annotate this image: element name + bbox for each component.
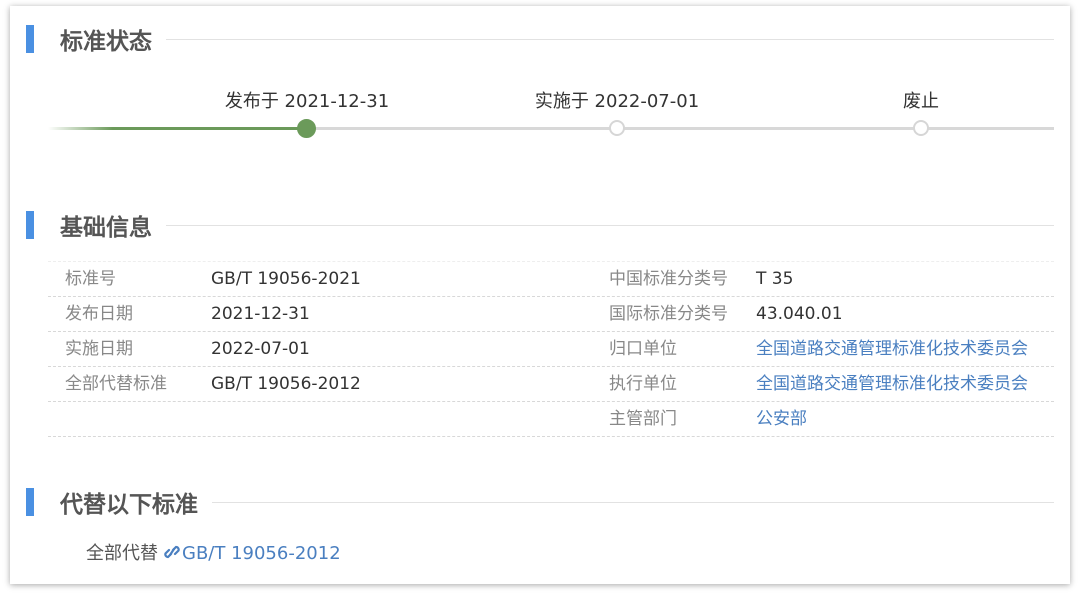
replaced-standard-link-text: GB/T 19056-2012 (182, 543, 341, 564)
timeline-step-published: 发布于 2021-12-31 (187, 88, 427, 138)
responsible-unit-label: 归口单位 (609, 339, 677, 359)
basic-info-section-header: 基础信息 (26, 207, 1054, 243)
timeline-dot (913, 120, 929, 136)
section-divider (212, 501, 1054, 503)
replaced-standard-value: GB/T 19056-2012 (211, 374, 361, 394)
publish-date-value: 2021-12-31 (211, 304, 310, 324)
ics-code-label: 国际标准分类号 (609, 304, 728, 324)
replaces-section-title: 代替以下标准 (60, 492, 198, 518)
ics-code-value: 43.040.01 (756, 304, 843, 324)
executing-unit-link[interactable]: 全国道路交通管理标准化技术委员会 (756, 367, 1028, 401)
timeline-step-label: 发布于 2021-12-31 (224, 91, 390, 112)
standard-number-value: GB/T 19056-2021 (211, 269, 361, 289)
ccs-code-value: T 35 (756, 269, 794, 289)
section-accent-bar (26, 488, 34, 516)
competent-department-link[interactable]: 公安部 (756, 402, 807, 436)
info-row: 标准号 GB/T 19056-2021 中国标准分类号 T 35 (48, 261, 1054, 297)
competent-department-label: 主管部门 (609, 409, 677, 429)
implement-date-value: 2022-07-01 (211, 339, 310, 359)
status-section-header: 标准状态 (26, 21, 1054, 57)
standard-number-label: 标准号 (65, 269, 116, 289)
ccs-code-label: 中国标准分类号 (609, 269, 728, 289)
section-divider (166, 224, 1054, 226)
timeline-dot-active (297, 119, 316, 138)
link-icon (164, 545, 180, 559)
info-row: 发布日期 2021-12-31 国际标准分类号 43.040.01 (48, 297, 1054, 332)
replaced-standard-label: 全部代替标准 (65, 374, 167, 394)
replaced-standard-link[interactable]: GB/T 19056-2012 (158, 543, 341, 564)
timeline-progress (48, 127, 307, 130)
status-section-title: 标准状态 (60, 29, 152, 55)
info-row: 主管部门 公安部 (48, 402, 1054, 437)
timeline-step-label: 废止 (903, 91, 939, 112)
executing-unit-label: 执行单位 (609, 374, 677, 394)
replaces-section-header: 代替以下标准 (26, 484, 1054, 520)
status-timeline: 发布于 2021-12-31 实施于 2022-07-01 废止 (48, 88, 1054, 138)
publish-date-label: 发布日期 (65, 304, 133, 324)
standard-detail-card: 标准状态 发布于 2021-12-31 实施于 2022-07-01 废止 基础… (10, 6, 1070, 584)
info-row: 实施日期 2022-07-01 归口单位 全国道路交通管理标准化技术委员会 (48, 332, 1054, 367)
timeline-step-implemented: 实施于 2022-07-01 (497, 88, 737, 136)
replace-type-label: 全部代替 (86, 543, 158, 564)
section-accent-bar (26, 25, 34, 53)
implement-date-label: 实施日期 (65, 339, 133, 359)
timeline-step-abolished: 废止 (801, 88, 1041, 136)
section-accent-bar (26, 211, 34, 239)
basic-info-table: 标准号 GB/T 19056-2021 中国标准分类号 T 35 发布日期 20… (48, 261, 1054, 437)
timeline-dot (609, 120, 625, 136)
section-divider (166, 38, 1054, 40)
basic-info-section-title: 基础信息 (60, 215, 152, 241)
info-row: 全部代替标准 GB/T 19056-2012 执行单位 全国道路交通管理标准化技… (48, 367, 1054, 402)
replaced-standard-entry: 全部代替 GB/T 19056-2012 (86, 539, 341, 565)
timeline-step-label: 实施于 2022-07-01 (534, 91, 700, 112)
responsible-unit-link[interactable]: 全国道路交通管理标准化技术委员会 (756, 332, 1028, 366)
